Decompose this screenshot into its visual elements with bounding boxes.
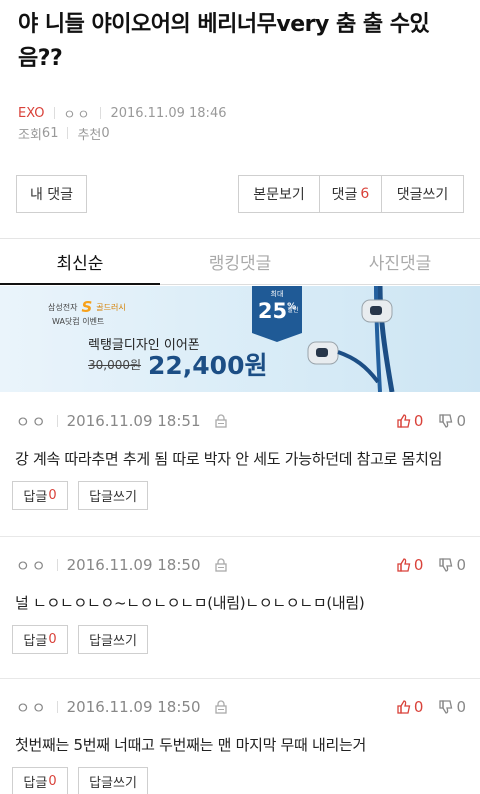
comment-datetime: 2016.11.09 18:51	[66, 412, 201, 430]
reply-label: 답글	[23, 776, 48, 791]
write-reply-button[interactable]: 답글쓰기	[78, 481, 148, 510]
comment-nickname: ㅇㅇ	[16, 412, 48, 431]
write-comment-button[interactable]: 댓글쓰기	[382, 176, 463, 212]
divider	[56, 701, 58, 713]
comment-item: ㅇㅇ 2016.11.09 18:50 0 0 널 ㄴㅇㄴㅇㄴㅇ~ㄴㅇㄴㅇㄴㅁ(…	[0, 537, 480, 679]
downvote-button[interactable]: 0	[439, 698, 466, 716]
reply-label: 답글	[23, 490, 48, 505]
comment-datetime: 2016.11.09 18:50	[66, 698, 201, 716]
recommend-label: 추천	[77, 127, 102, 143]
reply-button[interactable]: 답글 0	[12, 625, 68, 654]
downvote-button[interactable]: 0	[439, 556, 466, 574]
downvote-count: 0	[456, 556, 466, 574]
downvote-count: 0	[456, 698, 466, 716]
divider	[100, 107, 102, 119]
comment-header: ㅇㅇ 2016.11.09 18:51	[16, 410, 227, 432]
upvote-button[interactable]: 0	[397, 556, 424, 574]
post-nickname: ㅇㅇ	[63, 107, 92, 123]
thumbs-up-icon	[397, 700, 411, 714]
comment-sort-tabs: 최신순 랭킹댓글 사진댓글	[0, 239, 480, 285]
thumbs-down-icon	[439, 700, 453, 714]
comment-nickname: ㅇㅇ	[16, 556, 48, 575]
comment-header: ㅇㅇ 2016.11.09 18:50	[16, 696, 227, 718]
comments-button[interactable]: 댓글 6	[320, 176, 382, 212]
ad-banner[interactable]: 삼성전자 S 골드러시 WA닷컴 이벤트 렉탱글디자인 이어폰 30,000원 …	[0, 286, 480, 392]
upvote-count: 0	[413, 556, 424, 574]
divider	[53, 107, 55, 119]
reply-count: 0	[48, 632, 57, 647]
earphone-image	[307, 286, 395, 392]
reply-count: 0	[48, 774, 57, 789]
upvote-count: 0	[413, 412, 424, 430]
recommend-count: 0	[101, 125, 110, 141]
upvote-button[interactable]: 0	[397, 412, 424, 430]
write-reply-button[interactable]: 답글쓰기	[78, 625, 148, 654]
view-post-button[interactable]: 본문보기	[239, 176, 320, 212]
lock-icon	[214, 414, 227, 428]
comments-label: 댓글	[331, 187, 358, 203]
post-stats: 조회 61 추천 0	[18, 124, 110, 143]
comment-item: ㅇㅇ 2016.11.09 18:51 0 0 강 계속 따라추면 추게 됨 따…	[0, 393, 480, 537]
reply-button[interactable]: 답글 0	[12, 767, 68, 794]
downvote-count: 0	[456, 412, 466, 430]
comment-text: 널 ㄴㅇㄴㅇㄴㅇ~ㄴㅇㄴㅇㄴㅁ(내림)ㄴㅇㄴㅇㄴㅁ(내림)	[15, 594, 365, 612]
reply-button[interactable]: 답글 0	[12, 481, 68, 510]
divider	[56, 559, 58, 571]
comments-count: 6	[360, 186, 370, 202]
post-datetime: 2016.11.09 18:46	[110, 105, 227, 121]
my-comments-button[interactable]: 내 댓글	[16, 175, 87, 213]
tab-photo[interactable]: 사진댓글	[320, 239, 480, 284]
thumbs-up-icon	[397, 414, 411, 428]
badge-number: 25	[257, 299, 288, 323]
comment-nickname: ㅇㅇ	[16, 698, 48, 717]
comment-header: ㅇㅇ 2016.11.09 18:50	[16, 554, 227, 576]
write-reply-button[interactable]: 답글쓰기	[78, 767, 148, 794]
upvote-button[interactable]: 0	[397, 698, 424, 716]
ad-brand-gold: 골드러시	[96, 302, 126, 312]
comment-votes: 0 0	[397, 410, 466, 432]
ad-discount-badge: 최대 25% 할인	[252, 286, 302, 342]
views-count: 61	[41, 125, 59, 141]
post-author[interactable]: EXO	[18, 106, 45, 121]
thumbs-up-icon	[397, 558, 411, 572]
thumbs-down-icon	[439, 414, 453, 428]
ad-brand-s-logo: S	[81, 298, 93, 316]
ad-brand: 삼성전자 S 골드러시	[48, 298, 126, 316]
ad-event: WA닷컴 이벤트	[52, 317, 105, 326]
comment-text: 첫번째는 5번째 너때고 두번째는 맨 마지막 무때 내리는거	[15, 736, 367, 754]
ad-old-price: 30,000원	[88, 358, 142, 372]
divider	[56, 415, 58, 427]
ad-brand-name: 삼성전자	[48, 302, 78, 312]
comment-actions: 답글 0 답글쓰기	[12, 767, 148, 794]
post-title: 야 니들 야이오어의 베리너무very 춤 출 수있음??	[18, 12, 430, 71]
comment-item: ㅇㅇ 2016.11.09 18:50 0 0 첫번째는 5번째 너때고 두번째…	[0, 679, 480, 794]
comment-datetime: 2016.11.09 18:50	[66, 556, 201, 574]
reply-count: 0	[48, 488, 57, 503]
divider	[67, 127, 69, 139]
lock-icon	[214, 558, 227, 572]
comment-text: 강 계속 따라추면 추게 됨 따로 박자 안 세도 가능하던데 참고로 몸치임	[15, 450, 443, 468]
comment-votes: 0 0	[397, 696, 466, 718]
comment-actions: 답글 0 답글쓰기	[12, 625, 148, 654]
views-label: 조회	[18, 127, 42, 143]
comment-votes: 0 0	[397, 554, 466, 576]
reply-label: 답글	[23, 634, 48, 649]
tab-ranking[interactable]: 랭킹댓글	[160, 239, 320, 284]
ad-price: 22,400원	[148, 351, 268, 380]
downvote-button[interactable]: 0	[439, 412, 466, 430]
post-meta: EXO ㅇㅇ 2016.11.09 18:46	[18, 104, 227, 123]
upvote-count: 0	[413, 698, 424, 716]
comment-actions: 답글 0 답글쓰기	[12, 481, 148, 510]
tab-latest[interactable]: 최신순	[0, 239, 160, 285]
post-toolbar: 본문보기 댓글 6 댓글쓰기	[238, 175, 464, 213]
badge-top: 최대	[270, 290, 284, 298]
thumbs-down-icon	[439, 558, 453, 572]
lock-icon	[214, 700, 227, 714]
